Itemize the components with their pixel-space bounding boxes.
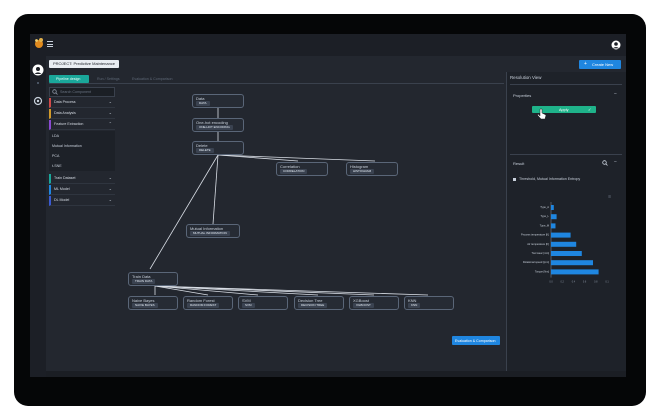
panel-title: Resolution View <box>510 75 542 80</box>
bar <box>551 260 593 266</box>
node-badge: CORRELATION <box>280 169 308 174</box>
category-label: Tool wear [min] <box>532 251 550 255</box>
result-title: Result <box>513 161 525 166</box>
pipeline-node-random-forest[interactable]: Random Forest RANDOM FOREST <box>183 296 233 310</box>
node-badge: RANDOM FOREST <box>187 303 220 308</box>
bottom-strip <box>46 371 626 377</box>
pipeline-node-xgboost[interactable]: XGBoost XGBOOST <box>349 296 399 310</box>
pipeline-node-train-data[interactable]: Train Data TRAIN DATA <box>128 272 178 286</box>
panel-divider <box>510 84 622 85</box>
pipeline-node-data[interactable]: Data DATA <box>192 94 244 108</box>
panel-divider <box>510 154 622 155</box>
check-icon: ✓ <box>588 107 592 112</box>
collapse-icon[interactable]: − <box>614 159 617 165</box>
category-label: Type_A <box>540 205 549 209</box>
pipeline-node-histogram[interactable]: Histogram HISTOGRAM <box>346 162 398 176</box>
bar <box>551 241 577 247</box>
apply-label: Apply <box>559 107 569 112</box>
legend-swatch <box>513 178 516 181</box>
pipeline-node-svm[interactable]: SVM SVM <box>238 296 288 310</box>
pipeline-node-naive-bayes[interactable]: Naive Bayes NAIVE BAYES <box>128 296 178 310</box>
category-label: Torque [Nm] <box>535 269 549 273</box>
feature-importance-chart: Type_A Type_L Type_M Process temperature [K… <box>521 202 609 284</box>
node-badge: TRAIN DATA <box>132 279 156 284</box>
x-tick-label: 0.4 <box>572 281 576 284</box>
pipeline-node-knn[interactable]: KNN KNN <box>404 296 454 310</box>
button-label: Evaluation & Comparison <box>455 338 496 343</box>
x-tick-label: 0.1 <box>605 281 609 284</box>
category-label: Rotational speed [rpm] <box>523 260 549 264</box>
bar <box>551 251 582 256</box>
pipeline-node-onehot[interactable]: One-hot encoding ONE-HOT ENCODING <box>192 118 244 132</box>
category-label: Air temperature [K] <box>527 242 549 246</box>
node-badge: MUTUAL INFORMATION <box>190 231 230 236</box>
node-badge: NAIVE BAYES <box>132 303 158 308</box>
node-badge: KNN <box>408 303 421 308</box>
bar <box>551 205 554 210</box>
resolution-view-panel: Resolution View Properties − Apply ✓ Res… <box>506 72 626 377</box>
x-tick-label: 0.0 <box>549 281 553 284</box>
search-icon[interactable] <box>602 160 608 166</box>
chart-menu-icon[interactable]: ☰ <box>608 195 611 199</box>
pipeline-node-mutual-information[interactable]: Mutual Information MUTUAL INFORMATION <box>186 224 240 238</box>
bar <box>551 269 599 275</box>
bar <box>551 223 556 229</box>
pipeline-node-delete[interactable]: Delete DELETE <box>192 141 244 155</box>
bar <box>551 232 571 238</box>
evaluation-comparison-button[interactable]: Evaluation & Comparison <box>452 336 500 345</box>
node-badge: DECISION TREE <box>298 303 328 308</box>
node-badge: DELETE <box>196 148 214 153</box>
result-description: Threshold, Mutual Information Entropy <box>519 177 581 181</box>
collapse-icon[interactable]: − <box>614 91 617 97</box>
node-badge: DATA <box>196 101 210 106</box>
x-tick-label: 0.8 <box>594 281 598 284</box>
bar <box>551 214 557 220</box>
node-badge: HISTOGRAM <box>350 169 375 174</box>
x-tick-label: 0.6 <box>583 281 587 284</box>
x-tick-label: 0.2 <box>561 281 565 284</box>
pipeline-node-correlation[interactable]: Correlation CORRELATION <box>276 162 328 176</box>
node-badge: XGBOOST <box>353 303 374 308</box>
category-label: Type_L <box>540 214 549 218</box>
cursor-icon <box>537 108 547 120</box>
category-label: Type_M <box>540 223 549 227</box>
app-screen: PROJECT: Predictive Maintenance + Create… <box>30 34 626 377</box>
category-label: Process temperature [K] <box>521 233 549 237</box>
pipeline-node-decision-tree[interactable]: Decision Tree DECISION TREE <box>294 296 344 310</box>
node-badge: ONE-HOT ENCODING <box>196 125 233 130</box>
node-badge: SVM <box>242 303 255 308</box>
properties-title: Properties <box>513 93 532 98</box>
